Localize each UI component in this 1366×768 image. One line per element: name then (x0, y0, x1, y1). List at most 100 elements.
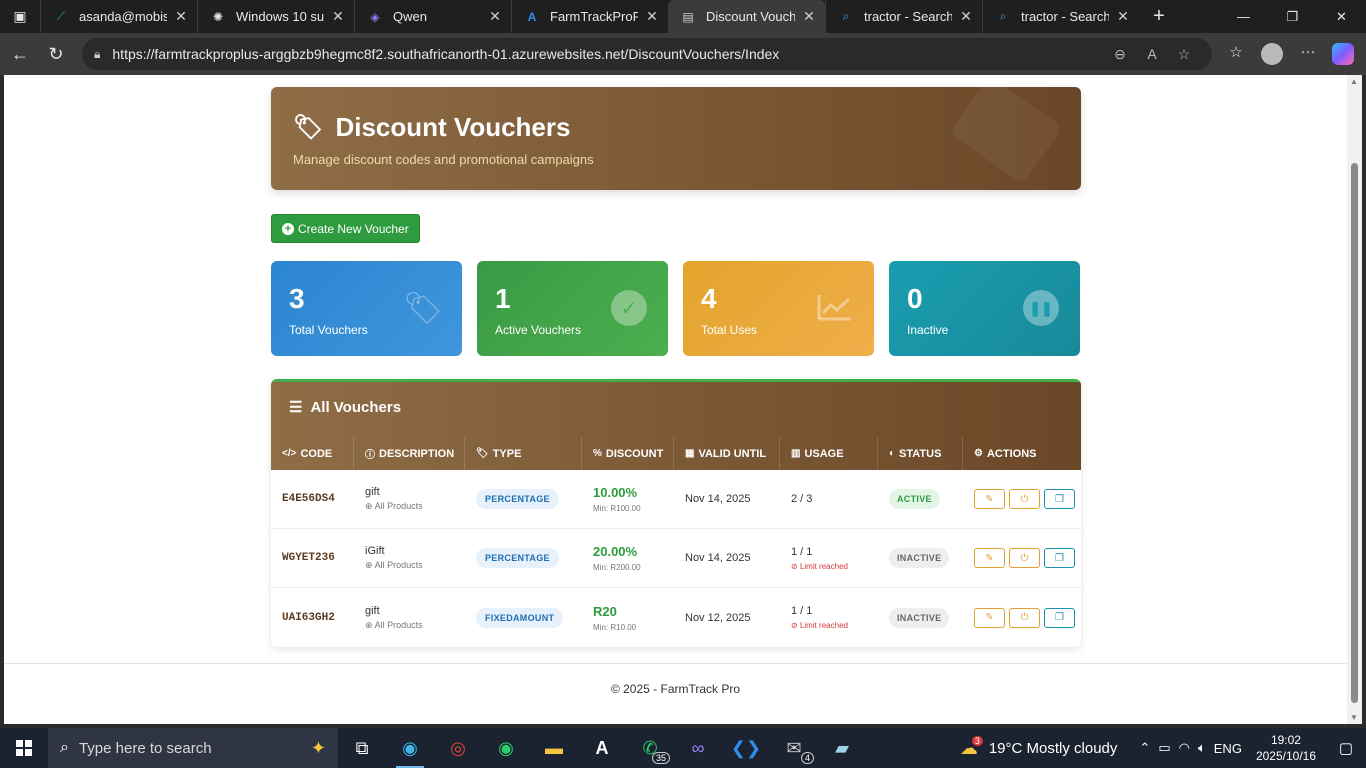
table-row: UAI63GH2 gift ⊕ All Products FIXEDAMOUNT… (271, 588, 1081, 647)
close-icon[interactable]: ✕ (801, 8, 817, 25)
visual-studio-icon[interactable]: ∞ (674, 728, 722, 768)
notes-app-icon[interactable]: ▰ (818, 728, 866, 768)
tab-asanda[interactable]: ⟋ asanda@mobisuite ✕ (40, 0, 197, 33)
col-valid-until[interactable]: ▦ VALID UNTIL (674, 437, 780, 470)
lock-icon[interactable]: 🔒︎ (94, 47, 100, 62)
tab-actions-button[interactable]: ▣ (0, 0, 40, 33)
status-badge: INACTIVE (889, 548, 950, 568)
toggle-power-button[interactable]: ⏻ (1009, 489, 1040, 509)
language-indicator[interactable]: ENG (1214, 741, 1242, 756)
close-window-icon[interactable]: ✕ (1317, 0, 1366, 33)
volume-icon[interactable]: 🔈︎ (1198, 740, 1206, 756)
cell-code: WGYET236 (271, 529, 354, 587)
cell-actions: ✎ ⏻ ❐ (963, 588, 1081, 647)
copy-button[interactable]: ❐ (1044, 548, 1075, 568)
close-icon[interactable]: ✕ (958, 8, 974, 25)
clock[interactable]: 19:02 2025/10/16 (1256, 732, 1316, 764)
col-code[interactable]: </> CODE (271, 437, 354, 470)
restore-icon[interactable]: ❐ (1268, 0, 1317, 33)
profile-avatar[interactable] (1261, 43, 1283, 65)
chrome-icon[interactable]: ◎ (434, 728, 482, 768)
toggle-power-button[interactable]: ⏻ (1009, 548, 1040, 568)
create-voucher-button[interactable]: + Create New Voucher (271, 214, 420, 243)
calendar-icon: ▦ (685, 448, 695, 459)
zoom-icon[interactable]: ⊖ (1104, 46, 1136, 63)
usage-count: 1 / 1 (791, 545, 813, 558)
more-menu-icon[interactable]: ··· (1290, 43, 1326, 65)
close-icon[interactable]: ✕ (330, 8, 346, 25)
col-description[interactable]: ⓘ DESCRIPTION (354, 437, 465, 470)
ai-app-icon[interactable]: A (578, 728, 626, 768)
file-explorer-icon[interactable]: ▬ (530, 728, 578, 768)
search-placeholder: Type here to search (78, 739, 212, 757)
col-label: DISCOUNT (605, 447, 664, 460)
close-icon[interactable]: ✕ (644, 8, 660, 25)
edge-browser-icon[interactable]: ◉ (386, 728, 434, 768)
weather-badge: 3 (971, 736, 983, 746)
col-label: ACTIONS (986, 447, 1037, 460)
start-button[interactable] (0, 728, 48, 768)
page-scrollbar[interactable]: ▲ ▼ (1347, 75, 1362, 724)
favorite-star-icon[interactable]: ☆ (1168, 46, 1200, 63)
close-icon[interactable]: ✕ (487, 8, 503, 25)
close-icon[interactable]: ✕ (173, 8, 189, 25)
edit-button[interactable]: ✎ (974, 489, 1005, 509)
limit-text: Limit reached (799, 621, 848, 630)
system-tray: ☁ 3 19°C Mostly cloudy ⌃ ▭ ◠ 🔈︎ ENG 19:0… (960, 732, 1366, 764)
taskbar-search[interactable]: ⌕ Type here to search ✦ (48, 728, 338, 768)
whatsapp-icon[interactable]: ✆ 35 (626, 728, 674, 768)
tab-qwen[interactable]: ◈ Qwen ✕ (354, 0, 511, 33)
refresh-icon[interactable]: ↻ (38, 38, 74, 70)
edit-icon: ✎ (985, 612, 994, 623)
vscode-icon[interactable]: ❮❯ (722, 728, 770, 768)
notification-icon[interactable]: ▢ (1326, 739, 1366, 757)
cell-code: E4E56DS4 (271, 470, 354, 528)
edge-dev-icon[interactable]: ◉ (482, 728, 530, 768)
scroll-down-icon[interactable]: ▼ (1350, 713, 1358, 722)
task-view-icon[interactable]: ⧉ (338, 728, 386, 768)
limit-reached: ⊘ Limit reached (791, 562, 878, 571)
weather-widget[interactable]: ☁ 3 19°C Mostly cloudy (960, 736, 1117, 759)
usage-count: 1 / 1 (791, 605, 813, 617)
cell-description: gift ⊕ All Products (354, 470, 465, 528)
battery-icon[interactable]: ▭ (1158, 740, 1170, 756)
table-header: </> CODE ⓘ DESCRIPTION 🏷︎ TYPE % DISCOUNT ▦ V… (271, 437, 1081, 470)
favorites-icon[interactable]: ☆ (1218, 43, 1254, 65)
read-aloud-icon[interactable]: A (1136, 46, 1168, 62)
wifi-icon[interactable]: ◠ (1179, 740, 1190, 756)
vouchers-card-header: ☰ All Vouchers </> CODE ⓘ DESCRIPTION 🏷︎ TY… (271, 379, 1081, 470)
cell-valid-until: Nov 14, 2025 (674, 470, 780, 528)
tab-windows-support[interactable]: ✺ Windows 10 support ✕ (197, 0, 354, 33)
back-arrow-icon[interactable]: ← (2, 38, 38, 70)
chevron-up-icon[interactable]: ⌃ (1139, 740, 1150, 756)
url-field[interactable]: 🔒︎ https://farmtrackproplus-arggbzb9hegm… (82, 38, 1212, 70)
col-status[interactable]: ◐ STATUS (878, 437, 963, 470)
edit-button[interactable]: ✎ (974, 548, 1005, 568)
edit-button[interactable]: ✎ (974, 607, 1005, 628)
mail-icon[interactable]: ✉ 4 (770, 728, 818, 768)
usage-count: 2 / 3 (791, 493, 813, 505)
toggle-power-button[interactable]: ⏻ (1009, 607, 1040, 628)
col-type[interactable]: 🏷︎ TYPE (465, 437, 582, 470)
footer-divider (4, 663, 1347, 664)
edit-icon: ✎ (985, 493, 994, 505)
copilot-icon[interactable] (1332, 43, 1354, 65)
scroll-up-icon[interactable]: ▲ (1350, 77, 1358, 86)
tab-farmtrack[interactable]: A FarmTrackProPlus ✕ (511, 0, 668, 33)
tab-discount-vouchers[interactable]: ▤ Discount Vouchers ✕ (668, 0, 825, 33)
new-tab-button[interactable]: + (1139, 0, 1179, 33)
col-discount[interactable]: % DISCOUNT (582, 437, 674, 470)
scrollbar-thumb[interactable] (1351, 163, 1358, 703)
tab-tractor-images[interactable]: ⌕ tractor - Search Images ✕ (982, 0, 1139, 33)
close-icon[interactable]: ✕ (1115, 8, 1131, 25)
vouchers-card: ☰ All Vouchers </> CODE ⓘ DESCRIPTION 🏷︎ TY… (271, 379, 1081, 647)
stat-value: 1 (495, 283, 511, 314)
copy-button[interactable]: ❐ (1044, 607, 1075, 628)
col-usage[interactable]: ▥ USAGE (780, 437, 878, 470)
minimize-icon[interactable]: — (1219, 0, 1268, 33)
scope-text: All Products (374, 501, 423, 511)
min-amount: Min: R10.00 (593, 622, 637, 632)
copy-button[interactable]: ❐ (1044, 489, 1075, 509)
tab-tractor-search[interactable]: ⌕ tractor - Search ✕ (825, 0, 982, 33)
cell-status: INACTIVE (878, 588, 963, 647)
